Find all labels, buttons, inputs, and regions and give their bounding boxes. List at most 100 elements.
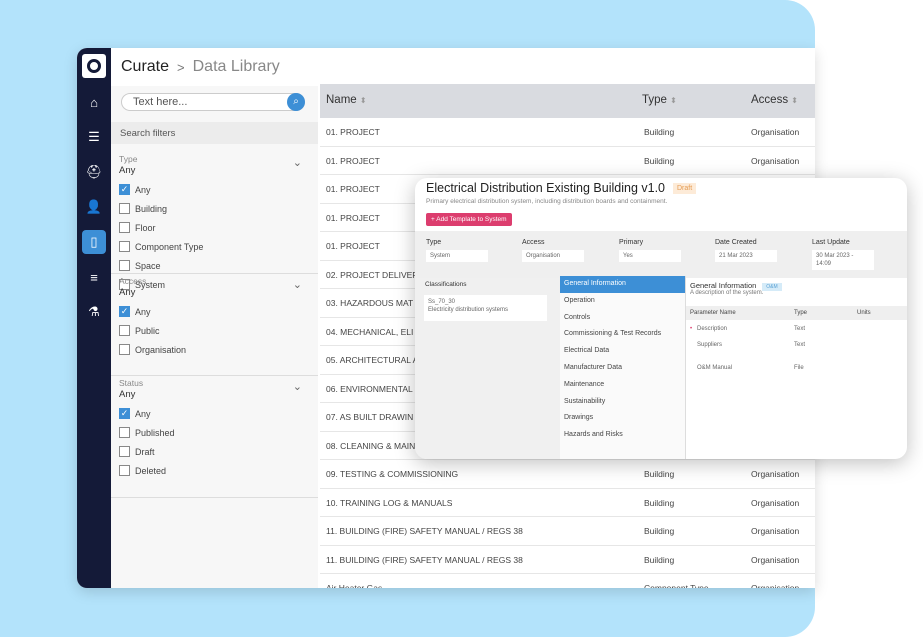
checkbox[interactable] bbox=[119, 325, 130, 336]
document-icon[interactable]: ▯ bbox=[82, 230, 106, 254]
section-item[interactable]: Sustainability bbox=[560, 394, 685, 411]
user-settings-icon[interactable]: 👤 bbox=[82, 195, 106, 219]
logo[interactable] bbox=[82, 54, 106, 78]
cell-type: Building bbox=[644, 554, 675, 565]
cell-access: Organisation bbox=[751, 497, 800, 508]
column-type[interactable]: Type ⬍ bbox=[642, 94, 677, 106]
cell-type: Building bbox=[644, 526, 675, 536]
section-list: General Information Operation Controls Comm… bbox=[560, 276, 686, 459]
meta-value[interactable]: 30 Mar 2023 - 14:09 bbox=[812, 250, 874, 270]
search-placeholder: Text here... bbox=[133, 96, 188, 108]
param-name: O&M Manual bbox=[697, 365, 733, 371]
search-input[interactable]: Text here... ⌕ bbox=[121, 93, 305, 111]
checkbox[interactable] bbox=[119, 446, 130, 457]
filter-option-label: Any bbox=[135, 306, 151, 317]
column-access[interactable]: Access ⬍ bbox=[751, 94, 798, 106]
checkbox[interactable] bbox=[119, 465, 130, 476]
chevron-down-icon[interactable]: ⌄ bbox=[293, 156, 302, 169]
filter-option[interactable]: Floor bbox=[119, 222, 156, 233]
sliders-icon[interactable]: ≡ bbox=[82, 265, 106, 289]
meta-value[interactable]: System bbox=[426, 250, 488, 262]
meta-field: Access Organisation bbox=[522, 239, 584, 262]
search-icon[interactable]: ⌕ bbox=[287, 93, 305, 111]
cell-access: Organisation bbox=[751, 526, 800, 536]
flask-icon[interactable]: ⚗ bbox=[82, 300, 106, 324]
checkbox[interactable]: ✓ bbox=[119, 306, 130, 317]
cell-access: Organisation bbox=[751, 583, 800, 588]
section-item[interactable]: Maintenance bbox=[560, 377, 685, 394]
filter-option[interactable]: Component Type bbox=[119, 241, 203, 252]
cell-name: 08. CLEANING & MAIN bbox=[326, 440, 416, 451]
section-item[interactable]: Operation bbox=[560, 293, 685, 310]
cell-name: 07. AS BUILT DRAWIN bbox=[326, 412, 414, 422]
checkbox[interactable] bbox=[119, 222, 130, 233]
cell-type: Building bbox=[644, 469, 675, 479]
cell-name: 09. TESTING & COMMISSIONING bbox=[326, 469, 459, 479]
filter-option[interactable]: Organisation bbox=[119, 344, 186, 355]
filter-option-label: Published bbox=[135, 427, 175, 438]
cell-name: 02. PROJECT DELIVER bbox=[326, 269, 419, 280]
filter-option[interactable]: Public bbox=[119, 325, 160, 336]
param-row[interactable]: Suppliers Text bbox=[686, 338, 907, 352]
cell-type: Component Type bbox=[644, 583, 709, 588]
checkbox[interactable]: ✓ bbox=[119, 408, 130, 419]
meta-value[interactable]: Organisation bbox=[522, 250, 584, 262]
chevron-down-icon[interactable]: ⌄ bbox=[293, 380, 302, 393]
cell-name: 01. PROJECT bbox=[326, 212, 380, 223]
meta-value[interactable]: Yes bbox=[619, 250, 681, 262]
cell-type: Building bbox=[644, 127, 675, 137]
classification-item[interactable]: Ss_70_30 Electricity distribution systems bbox=[424, 295, 547, 321]
meta-field: Last Update 30 Mar 2023 - 14:09 bbox=[812, 239, 874, 270]
filter-option[interactable]: Building bbox=[119, 203, 167, 214]
filter-option-label: Floor bbox=[135, 222, 156, 233]
filter-option[interactable]: Published bbox=[119, 427, 175, 438]
section-item[interactable]: General Information bbox=[560, 276, 685, 293]
checkbox[interactable] bbox=[119, 203, 130, 214]
filter-option[interactable]: Deleted bbox=[119, 465, 166, 476]
section-item[interactable]: Electrical Data bbox=[560, 343, 685, 360]
cell-access: Organisation bbox=[751, 127, 800, 137]
cell-type: Building bbox=[644, 155, 675, 166]
checkbox[interactable] bbox=[119, 427, 130, 438]
table-row[interactable]: 09. TESTING & COMMISSIONING Building Organ… bbox=[320, 460, 815, 489]
column-name[interactable]: Name ⬍ bbox=[326, 94, 367, 106]
table-row[interactable]: 11. BUILDING (FIRE) SAFETY MANUAL / REGS… bbox=[320, 517, 815, 546]
param-row[interactable]: O&M Manual File bbox=[686, 361, 907, 375]
home-icon[interactable]: ⌂ bbox=[82, 90, 106, 114]
meta-label: Last Update bbox=[812, 239, 850, 246]
filter-option[interactable]: Space bbox=[119, 260, 161, 271]
table-row[interactable]: 01. PROJECT Building Organisation bbox=[320, 118, 815, 147]
table-row[interactable]: 11. BUILDING (FIRE) SAFETY MANUAL / REGS… bbox=[320, 546, 815, 574]
checklist-icon[interactable]: ☰ bbox=[82, 125, 106, 149]
hard-hat-icon[interactable]: ⛑ bbox=[82, 160, 106, 184]
filter-option[interactable]: Draft bbox=[119, 446, 155, 457]
status-badge: Draft bbox=[673, 183, 697, 194]
filter-group-value: Any bbox=[119, 287, 136, 298]
filter-option[interactable]: ✓ Any bbox=[119, 408, 151, 419]
section-item[interactable]: Manufacturer Data bbox=[560, 360, 685, 377]
section-item[interactable]: Commissioning & Test Records bbox=[560, 326, 685, 343]
table-row[interactable]: 10. TRAINING LOG & MANUALS Building Organi… bbox=[320, 489, 815, 517]
meta-label: Primary bbox=[619, 239, 644, 246]
checkbox[interactable] bbox=[119, 260, 130, 271]
popup-title: Electrical Distribution Existing Buildin… bbox=[426, 181, 697, 195]
add-template-button[interactable]: + Add Template to System bbox=[426, 213, 512, 226]
filter-option[interactable]: ✓ Any bbox=[119, 306, 151, 317]
meta-label: Type bbox=[426, 239, 442, 246]
checkbox[interactable] bbox=[119, 344, 130, 355]
section-item[interactable]: Hazards and Risks bbox=[560, 427, 685, 444]
table-row[interactable]: 01. PROJECT Building Organisation bbox=[320, 147, 815, 175]
chevron-down-icon[interactable]: ⌄ bbox=[293, 278, 302, 291]
filter-option[interactable]: ✓ Any bbox=[119, 184, 151, 195]
section-item[interactable]: Controls bbox=[560, 310, 685, 327]
meta-value[interactable]: 21 Mar 2023 bbox=[715, 250, 777, 262]
filter-panel: Text here... ⌕ Search filters Type Any ⌄ ✓ An… bbox=[111, 86, 318, 588]
section-item[interactable]: Drawings bbox=[560, 410, 685, 427]
checkbox[interactable] bbox=[119, 241, 130, 252]
param-row[interactable]: • Description Text bbox=[686, 322, 907, 336]
breadcrumb-separator: > bbox=[177, 59, 185, 75]
table-row[interactable]: Air Heater Gas Component Type Organisation bbox=[320, 574, 815, 588]
breadcrumb-app[interactable]: Curate bbox=[121, 58, 169, 76]
checkbox[interactable]: ✓ bbox=[119, 184, 130, 195]
detail-panel: General Information O&M A description of … bbox=[686, 276, 907, 459]
